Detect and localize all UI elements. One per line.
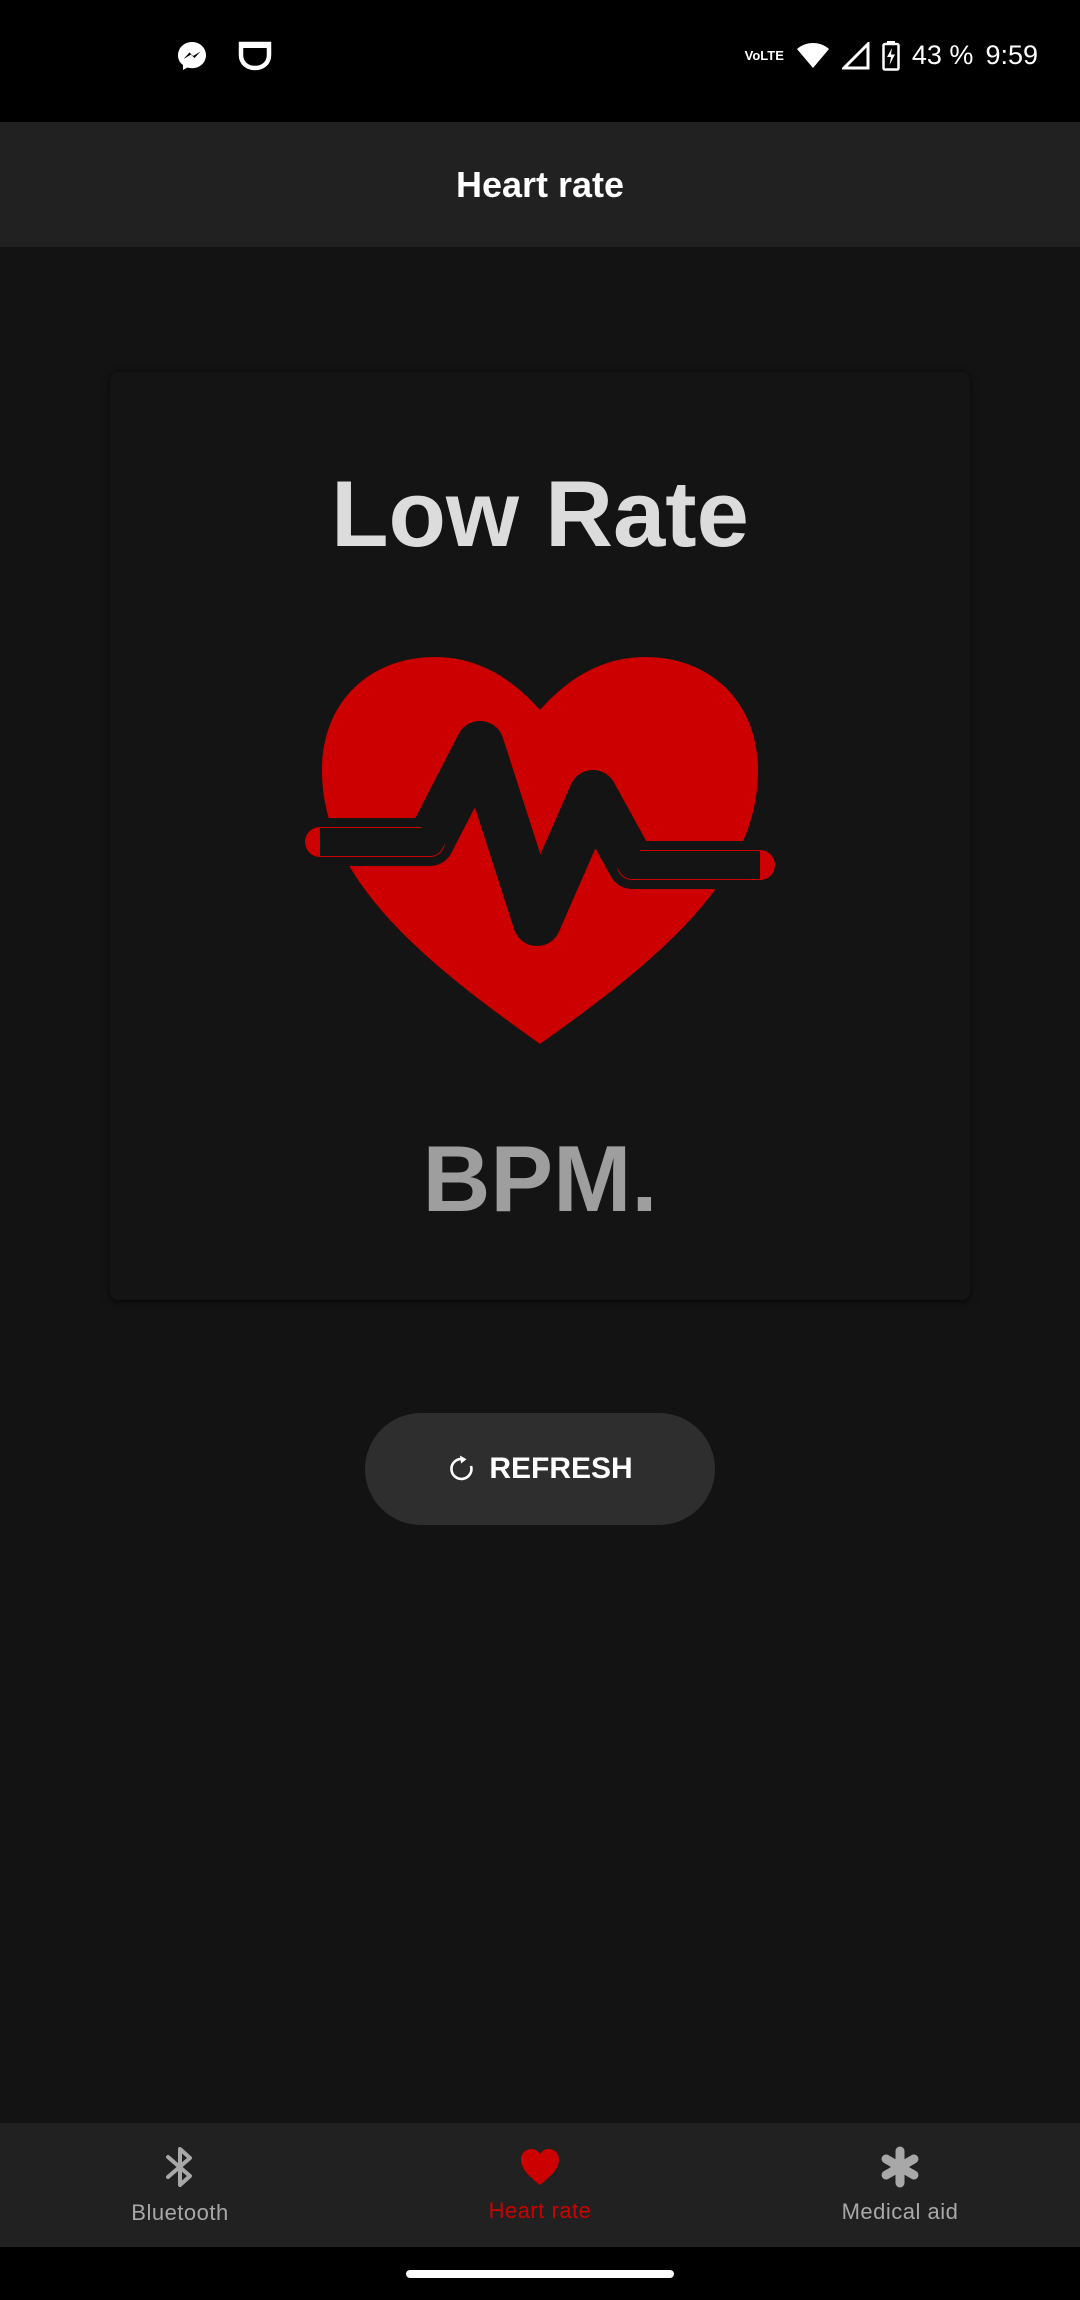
main-content: Low Rate BPM. REFRESH [0, 247, 1080, 2123]
heart-rate-card: Low Rate BPM. [110, 372, 970, 1300]
status-bar-notifications [176, 40, 272, 72]
heart-pulse-icon [296, 647, 784, 1057]
home-gesture-handle[interactable] [406, 2270, 674, 2278]
refresh-button[interactable]: REFRESH [365, 1413, 715, 1525]
battery-percent: 43 % [911, 40, 974, 70]
nav-label-heart-rate: Heart rate [488, 2197, 592, 2223]
signal-icon [841, 41, 870, 70]
app-bar: Heart rate [0, 122, 1080, 247]
notification-app-icon [238, 41, 272, 71]
heart-icon [519, 2147, 561, 2192]
volte-icon: Vo LTE [744, 47, 784, 63]
status-bar-system: Vo LTE 43 % 9:59 [745, 40, 1038, 71]
bluetooth-icon [162, 2145, 198, 2194]
refresh-button-label: REFRESH [489, 1452, 633, 1485]
nav-item-heart-rate[interactable]: Heart rate [360, 2123, 720, 2247]
bottom-navigation: Bluetooth Heart rate Medical aid [0, 2123, 1080, 2247]
nav-label-bluetooth: Bluetooth [131, 2199, 229, 2225]
nav-item-bluetooth[interactable]: Bluetooth [0, 2123, 360, 2247]
battery-charging-icon [882, 40, 900, 71]
bpm-label: BPM. [422, 1126, 658, 1231]
refresh-icon [447, 1454, 477, 1484]
status-bar: Vo LTE 43 % 9:59 [0, 0, 1080, 122]
messenger-icon [176, 40, 208, 72]
asterisk-icon [879, 2146, 921, 2193]
rate-status-title: Low Rate [331, 461, 749, 566]
volte-line2: LTE [760, 47, 784, 63]
volte-line1: Vo [744, 47, 761, 63]
nav-item-medical-aid[interactable]: Medical aid [720, 2123, 1080, 2247]
page-title: Heart rate [455, 163, 625, 205]
clock: 9:59 [985, 40, 1038, 70]
gesture-area [0, 2247, 1080, 2300]
wifi-icon [796, 42, 830, 70]
nav-label-medical-aid: Medical aid [841, 2198, 959, 2224]
